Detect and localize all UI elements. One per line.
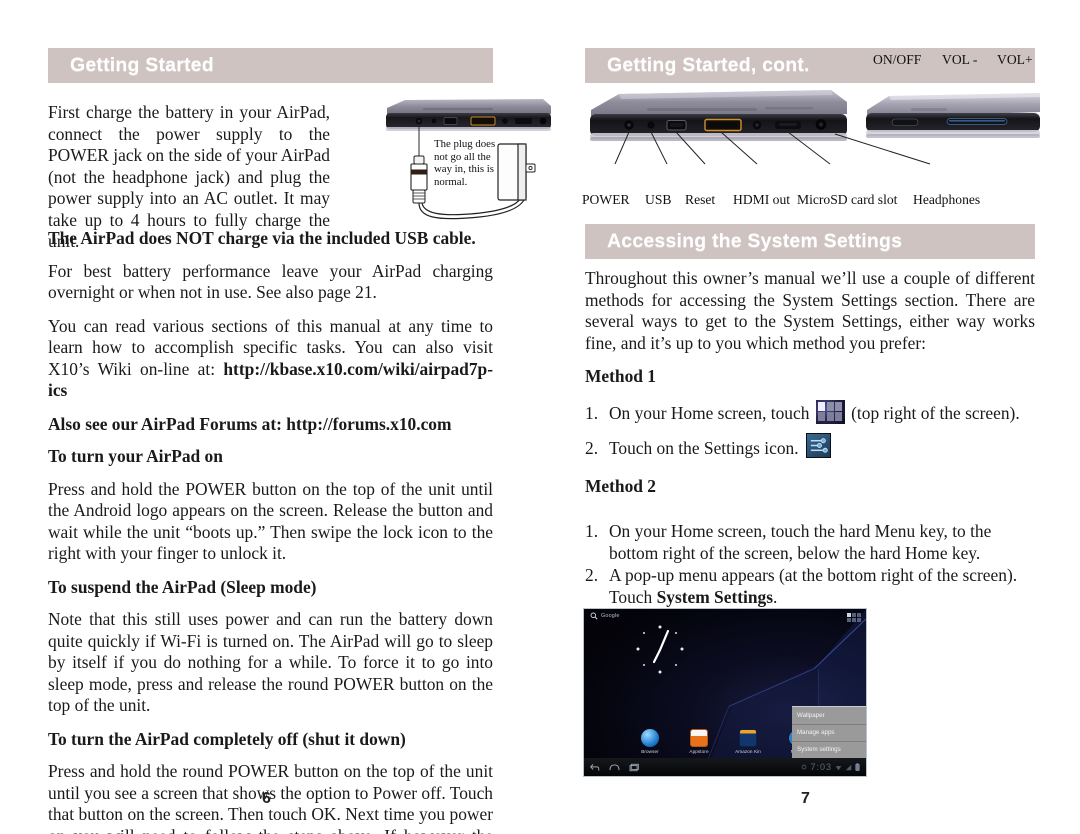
section-header-accessing-system-settings: Accessing the System Settings (585, 224, 1035, 260)
heading-method-1: Method 1 (585, 366, 657, 386)
step-number: 2. (585, 564, 599, 585)
port-label-power: POWER (582, 192, 630, 207)
step-number: 2. (585, 437, 599, 458)
page-number-left: 6 (262, 790, 271, 807)
recent-apps-icon[interactable] (629, 763, 640, 772)
notification-dot-icon (802, 764, 807, 770)
status-area[interactable]: 7:03 (801, 762, 860, 772)
ports-leader-lines (614, 131, 931, 165)
charger-callout-text: The plug does not go all the way in, thi… (434, 138, 496, 188)
step-number: 1. (585, 402, 599, 423)
paragraph-battery-performance: For best battery performance leave your … (48, 260, 493, 303)
app-label: Browser (641, 749, 659, 754)
manual-page-spread: Getting Started The plug does not go all… (0, 0, 1080, 834)
left-page-column: Getting Started The plug does not go all… (48, 0, 551, 834)
back-icon[interactable] (590, 763, 600, 772)
port-label-headphones: Headphones (913, 192, 981, 207)
port-label-usb: USB (645, 192, 672, 207)
charger-illustration: The plug does not go all the way in, thi… (378, 96, 556, 224)
step-number: 1. (585, 520, 599, 541)
paragraph-settings-intro: Throughout this owner’s manual we’ll use… (585, 268, 1035, 353)
appstore-icon (690, 729, 708, 747)
method-2-step-2: 2. A pop-up menu appears (at the bottom … (585, 564, 1035, 608)
page-number-right: 7 (801, 790, 810, 807)
apps-grid-icon[interactable] (815, 399, 845, 424)
forums-line[interactable]: Also see our AirPad Forums at: http://fo… (48, 414, 493, 436)
right-page-column: Getting Started, cont. POWER USB Reset H… (582, 0, 1040, 834)
battery-icon (855, 763, 860, 771)
section-header-getting-started: Getting Started (48, 48, 493, 84)
method-1-step-1: 1. On your Home screen, touch (top right… (585, 399, 1035, 427)
heading-sleep-mode: To suspend the AirPad (Sleep mode) (48, 576, 317, 597)
app-label: Amazon Kin (735, 749, 761, 754)
app-appstore[interactable]: Appstore (685, 729, 713, 754)
step-1-text: On your Home screen, touch the hard Menu… (609, 520, 992, 563)
method-2-step-1: 1. On your Home screen, touch the hard M… (585, 520, 1035, 564)
browser-icon (641, 729, 659, 747)
step-2-text: Touch on the Settings icon. (609, 437, 799, 458)
analog-clock-widget[interactable] (632, 623, 688, 679)
step-2-text-after: . (773, 586, 778, 607)
button-label-vol-up: VOL+ (997, 52, 1033, 67)
popup-menu: Wallpaper Manage apps System settings (792, 706, 866, 758)
port-label-hdmi-out: HDMI out (733, 192, 791, 207)
amazon-kindle-icon (739, 729, 757, 747)
step-1-text-after: (top right of the screen). (851, 402, 1020, 423)
paragraph-wiki: You can read various sections of this ma… (48, 316, 493, 402)
clock-time: 7:03 (810, 762, 832, 772)
menu-item-wallpaper[interactable]: Wallpaper (792, 707, 866, 725)
heading-turn-on: To turn your AirPad on (48, 446, 223, 466)
step-1-text-before: On your Home screen, touch (609, 402, 810, 423)
button-label-vol-down: VOL - (942, 52, 978, 67)
apps-drawer-icon[interactable] (847, 613, 861, 622)
settings-sliders-icon[interactable] (805, 433, 831, 458)
search-icon (590, 612, 598, 620)
menu-item-system-settings[interactable]: System settings (792, 742, 866, 758)
google-label: Google (601, 613, 620, 619)
menu-item-manage-apps[interactable]: Manage apps (792, 725, 866, 742)
app-amazon-kindle[interactable]: Amazon Kin (734, 729, 762, 754)
android-home-screen-screenshot: Google Browser Appstore Amazon Kin Wallp… (583, 608, 867, 777)
device-ports-figure: POWER USB Reset HDMI out MicroSD card sl… (582, 52, 1040, 208)
port-label-reset: Reset (685, 192, 716, 207)
android-system-bar: 7:03 (584, 758, 866, 776)
signal-icon (845, 764, 852, 770)
method-2-steps: 1. On your Home screen, touch the hard M… (585, 520, 1035, 608)
system-settings-emphasis: System Settings (656, 586, 773, 607)
paragraph-turn-on: Press and hold the POWER button on the t… (48, 478, 493, 564)
heading-method-2: Method 2 (585, 476, 657, 496)
home-icon[interactable] (609, 763, 620, 772)
wifi-icon (835, 765, 842, 770)
app-browser[interactable]: Browser (636, 729, 664, 754)
notice-usb-no-charge: The AirPad does NOT charge via the inclu… (48, 228, 476, 248)
google-search-widget[interactable]: Google (590, 612, 620, 620)
method-1-step-2: 2. Touch on the Settings icon. (585, 433, 1035, 463)
button-label-on-off: ON/OFF (873, 52, 922, 67)
port-label-microsd-card-slot: MicroSD card slot (797, 192, 898, 207)
method-1-steps: 1. On your Home screen, touch (top right… (585, 399, 1035, 463)
heading-shut-down: To turn the AirPad completely off (shut … (48, 728, 406, 749)
app-label: Appstore (689, 749, 709, 754)
nav-buttons (590, 763, 640, 772)
paragraph-sleep-mode: Note that this still uses power and can … (48, 609, 493, 715)
